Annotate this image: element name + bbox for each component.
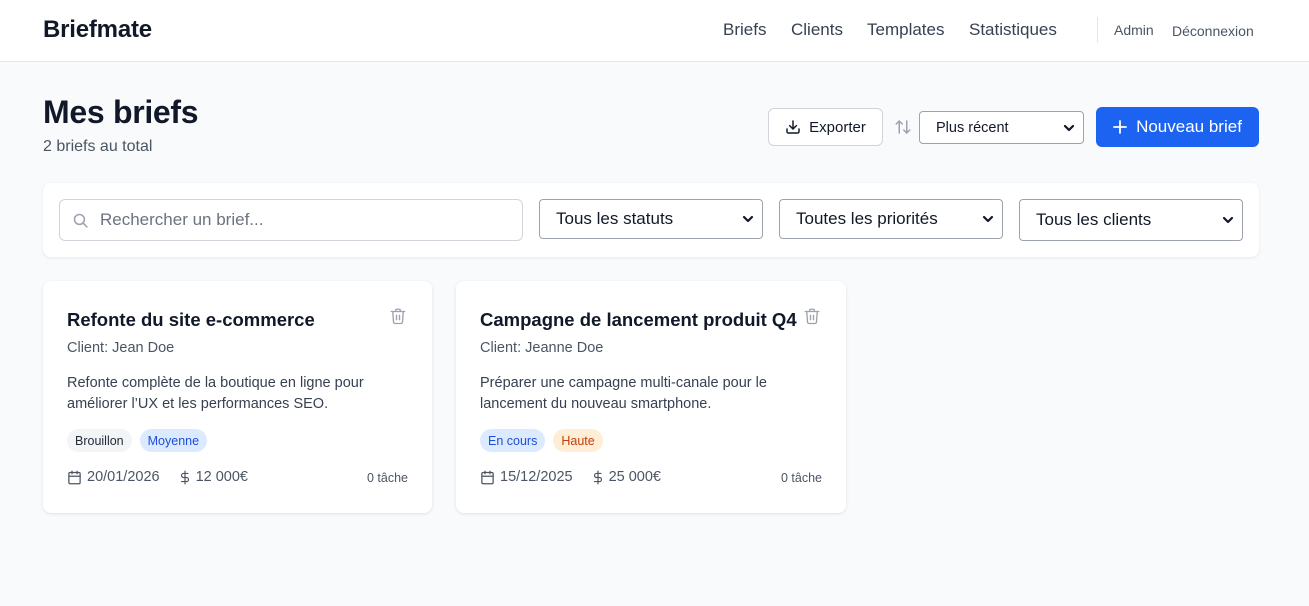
brand-logo[interactable]: Briefmate	[43, 16, 152, 44]
user-name: Admin	[1114, 22, 1154, 38]
status-badge: Brouillon	[67, 429, 132, 452]
calendar-icon	[68, 470, 81, 484]
search-box[interactable]	[59, 199, 523, 241]
nav-templates[interactable]: Templates	[867, 20, 944, 40]
export-button[interactable]: Exporter	[768, 108, 883, 146]
sort-select[interactable]: Plus récent	[919, 111, 1084, 144]
search-icon	[73, 213, 88, 228]
nav-briefs[interactable]: Briefs	[723, 20, 766, 40]
download-icon	[786, 120, 800, 134]
brief-budget: 12 000€	[195, 469, 248, 485]
export-label: Exporter	[809, 118, 866, 136]
chevron-down-icon	[982, 215, 994, 223]
priority-filter-value: Toutes les priorités	[796, 209, 938, 228]
brief-client: Client: Jean Doe	[67, 340, 175, 356]
chevron-down-icon	[1222, 216, 1234, 224]
sort-select-value: Plus récent	[936, 119, 1009, 136]
dollar-icon	[180, 470, 189, 484]
trash-icon[interactable]	[803, 306, 821, 326]
logout-link[interactable]: Déconnexion	[1172, 23, 1254, 39]
dollar-icon	[593, 470, 602, 484]
search-input[interactable]	[100, 200, 510, 240]
status-filter-value: Tous les statuts	[556, 209, 674, 228]
brief-card[interactable]: Campagne de lancement produit Q4 Client:…	[456, 281, 846, 513]
brief-client: Client: Jeanne Doe	[480, 340, 604, 356]
priority-badge: Moyenne	[139, 429, 208, 452]
client-filter-select[interactable]: Tous les clients	[1019, 199, 1243, 241]
calendar-icon	[481, 470, 494, 484]
new-brief-label: Nouveau brief	[1136, 117, 1242, 136]
brief-badges: Brouillon Moyenne	[67, 429, 208, 452]
brief-meta: 15/12/2025 25 000€	[480, 469, 661, 485]
status-filter-select[interactable]: Tous les statuts	[539, 199, 763, 239]
priority-badge: Haute	[553, 429, 603, 452]
plus-icon	[1113, 120, 1127, 134]
priority-filter-select[interactable]: Toutes les priorités	[779, 199, 1003, 239]
sort-icon	[895, 120, 911, 134]
nav-statistics[interactable]: Statistiques	[969, 20, 1057, 40]
brief-date: 20/01/2026	[87, 469, 160, 485]
client-filter-value: Tous les clients	[1036, 210, 1152, 229]
chevron-down-icon	[742, 215, 754, 223]
brief-title[interactable]: Campagne de lancement produit Q4	[480, 309, 797, 331]
brief-budget-group: 25 000€	[591, 469, 661, 485]
brief-task-count: 0 tâche	[780, 471, 822, 485]
brief-description: Refonte complète de la boutique en ligne…	[67, 375, 364, 412]
brief-budget-group: 12 000€	[178, 469, 248, 485]
brief-budget: 25 000€	[608, 469, 661, 485]
brief-badges: En cours Haute	[480, 429, 603, 452]
status-badge: En cours	[480, 429, 546, 452]
top-navbar: Briefmate Briefs Clients Templates Stati…	[0, 0, 1309, 62]
brief-description: Préparer une campagne multi-canale pour …	[480, 375, 767, 412]
brief-title[interactable]: Refonte du site e-commerce	[67, 309, 315, 331]
nav-divider	[1097, 17, 1098, 43]
brief-meta: 20/01/2026 12 000€	[67, 469, 248, 485]
brief-date: 15/12/2025	[500, 469, 573, 485]
page-title: Mes briefs	[43, 94, 199, 130]
brief-task-count: 0 tâche	[366, 471, 408, 485]
trash-icon[interactable]	[389, 306, 407, 326]
briefs-count: 2 briefs au total	[43, 138, 153, 155]
new-brief-button[interactable]: Nouveau brief	[1096, 107, 1259, 147]
filter-panel: Tous les statuts Toutes les priorités To…	[43, 183, 1259, 257]
chevron-down-icon	[1063, 124, 1075, 131]
brief-card[interactable]: Refonte du site e-commerce Client: Jean …	[43, 281, 432, 513]
nav-clients[interactable]: Clients	[791, 20, 843, 40]
